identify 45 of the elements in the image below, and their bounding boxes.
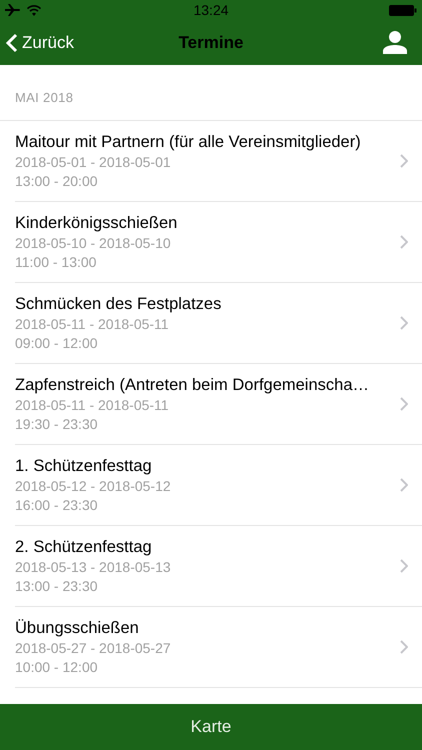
- event-title: Schmücken des Festplatzes: [15, 294, 222, 315]
- event-title: Kinderkönigsschießen: [15, 213, 178, 234]
- event-title: 1. Schützenfesttag: [15, 456, 153, 477]
- event-dates: 2018-05-10 - 2018-05-10: [15, 234, 172, 253]
- event-dates: 2018-05-27 - 2018-05-27: [15, 639, 172, 658]
- section-header: MAI 2018: [15, 88, 74, 106]
- status-time: 13:24: [193, 0, 229, 20]
- event-time: 09:00 - 12:00: [15, 334, 99, 353]
- event-dates: 2018-05-13 - 2018-05-13: [15, 558, 172, 577]
- event-dates: 2018-05-11 - 2018-05-11: [15, 315, 170, 334]
- airplane-icon: [5, 4, 21, 16]
- battery-icon: [389, 4, 418, 16]
- map-button[interactable]: Karte: [0, 704, 422, 750]
- screen-title: Termine: [178, 32, 244, 54]
- wifi-icon: [27, 4, 41, 16]
- event-row[interactable]: Übungsschießen 2018-05-27 - 2018-05-27 10:00 - 12:00: [15, 607, 422, 688]
- event-row[interactable]: Maitour mit Partnern (für alle Vereinsmitglieder) 2018-05-01 - 2018-05-01 13:00 - 20:00: [15, 121, 422, 202]
- event-title: Zapfenstreich (Antreten beim Dorfgemeinscha…: [15, 375, 370, 396]
- event-row[interactable]: 1. Schützenfesttag 2018-05-12 - 2018-05-12 16:00 - 23:30: [15, 445, 422, 526]
- event-title: Maitour mit Partnern (für alle Vereinsmitglieder): [15, 132, 362, 153]
- event-row[interactable]: Schmücken des Festplatzes 2018-05-11 - 2018-05-11 09:00 - 12:00: [15, 283, 422, 364]
- chevron-right-icon: [400, 154, 408, 168]
- event-row[interactable]: Kinderkönigsschießen 2018-05-10 - 2018-05-10 11:00 - 13:00: [15, 202, 422, 283]
- event-row[interactable]: 2. Schützenfesttag 2018-05-13 - 2018-05-13 13:00 - 23:30: [15, 526, 422, 607]
- user-icon[interactable]: [383, 31, 407, 54]
- event-time: 13:00 - 20:00: [15, 172, 99, 191]
- event-time: 11:00 - 13:00: [15, 253, 98, 272]
- event-time: 10:00 - 12:00: [15, 658, 99, 677]
- event-dates: 2018-05-11 - 2018-05-11: [15, 396, 170, 415]
- back-button[interactable]: Zurück: [6, 30, 74, 56]
- chevron-right-icon: [400, 397, 408, 411]
- event-row[interactable]: Zapfenstreich (Antreten beim Dorfgemeinscha… 2018-05-11 - 2018-05-11 19:30 - 23:30: [15, 364, 422, 445]
- chevron-right-icon: [400, 640, 408, 654]
- event-time: 13:00 - 23:30: [15, 577, 99, 596]
- event-time: 16:00 - 23:30: [15, 496, 99, 515]
- chevron-right-icon: [400, 559, 408, 573]
- event-title: Übungsschießen: [15, 618, 140, 639]
- chevron-right-icon: [400, 316, 408, 330]
- chevron-right-icon: [400, 478, 408, 492]
- event-dates: 2018-05-01 - 2018-05-01: [15, 153, 172, 172]
- event-time: 19:30 - 23:30: [15, 415, 99, 434]
- chevron-left-icon: [6, 32, 18, 52]
- chevron-right-icon: [400, 235, 408, 249]
- event-dates: 2018-05-12 - 2018-05-12: [15, 477, 172, 496]
- event-title: 2. Schützenfesttag: [15, 537, 153, 558]
